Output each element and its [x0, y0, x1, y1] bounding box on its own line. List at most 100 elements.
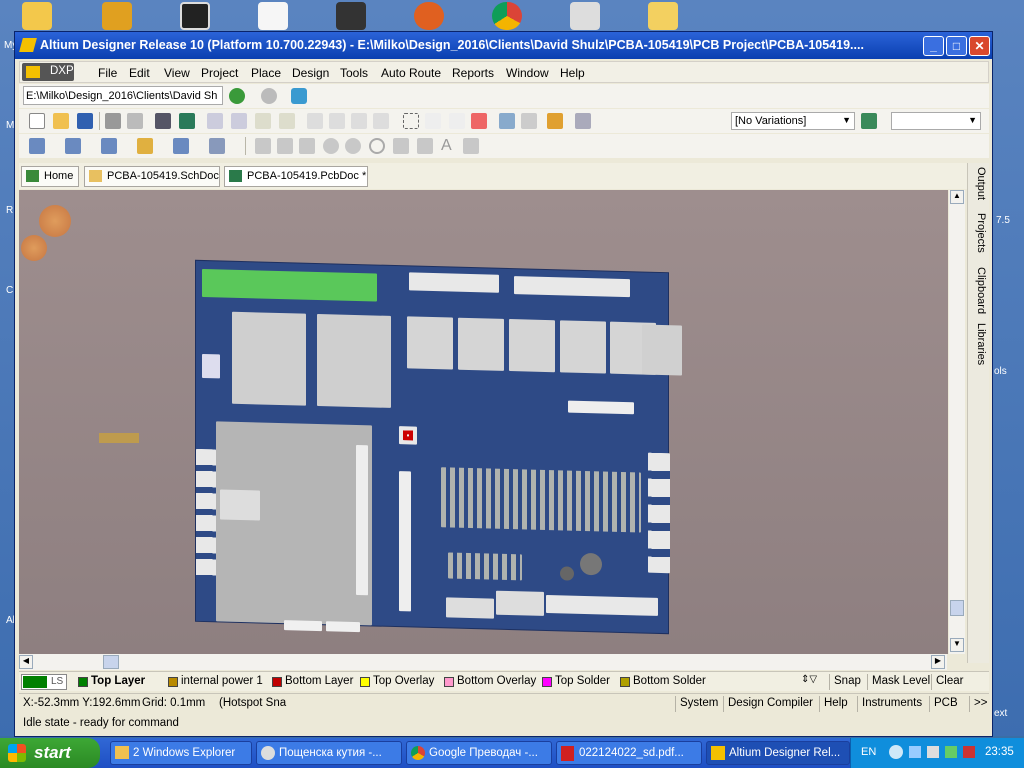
taskbar-item-pdf[interactable]: 022124022_sd.pdf...: [556, 741, 702, 765]
scroll-up-icon[interactable]: ▲: [950, 190, 964, 204]
title-bar[interactable]: Altium Designer Release 10 (Platform 10.…: [15, 32, 992, 59]
more-panels-button[interactable]: >>: [969, 696, 991, 712]
grid-icon[interactable]: [209, 138, 225, 154]
filter-icon[interactable]: [279, 113, 295, 129]
layer-scroll-icon[interactable]: ⇕▽: [801, 674, 817, 685]
pcb-panel-button[interactable]: PCB: [929, 696, 962, 712]
taskbar-item-explorer[interactable]: 2 Windows Explorer: [110, 741, 252, 765]
place-room-icon[interactable]: [173, 138, 189, 154]
undo-icon[interactable]: [499, 113, 515, 129]
forward-icon[interactable]: [261, 88, 277, 104]
place-dimension-icon[interactable]: [137, 138, 153, 154]
search-folder-icon[interactable]: [648, 2, 678, 30]
zoom-select-icon[interactable]: [255, 113, 271, 129]
rubber-stamp-icon[interactable]: [373, 113, 389, 129]
start-button[interactable]: start: [0, 738, 100, 768]
print-preview-icon[interactable]: [127, 113, 143, 129]
menu-file[interactable]: File: [98, 66, 117, 80]
layers-icon[interactable]: [155, 113, 171, 129]
clear-button[interactable]: Clear: [931, 674, 967, 690]
diff-pair-icon[interactable]: [277, 138, 293, 154]
folder-icon[interactable]: [22, 2, 52, 30]
panel-libraries-tab[interactable]: Libraries: [971, 323, 987, 365]
back-icon[interactable]: [229, 88, 245, 104]
media-icon[interactable]: [414, 2, 444, 30]
document-icon[interactable]: [258, 2, 288, 30]
menu-view[interactable]: View: [164, 66, 190, 80]
archive-icon[interactable]: [570, 2, 600, 30]
place-arc-icon[interactable]: [369, 138, 385, 154]
multi-route-icon[interactable]: [299, 138, 315, 154]
layer-tab-internal-power[interactable]: internal power 1: [167, 675, 263, 687]
tab-pcbdoc[interactable]: PCBA-105419.PcbDoc *: [224, 166, 368, 187]
clear-filter-icon[interactable]: [471, 113, 487, 129]
deselect-icon[interactable]: [449, 113, 465, 129]
layer-tab-bottom-solder[interactable]: Bottom Solder: [619, 675, 706, 687]
utility-tools-icon[interactable]: [29, 138, 45, 154]
instruments-button[interactable]: Instruments: [857, 696, 926, 712]
copy-icon[interactable]: [329, 113, 345, 129]
tab-home[interactable]: Home: [21, 166, 79, 187]
tray-expand-icon[interactable]: [889, 745, 903, 759]
print-icon[interactable]: [105, 113, 121, 129]
browse-components-icon[interactable]: [575, 113, 591, 129]
pcb-3d-view[interactable]: [19, 190, 948, 654]
menu-window[interactable]: Window: [506, 66, 549, 80]
menu-edit[interactable]: Edit: [129, 66, 150, 80]
place-component-icon[interactable]: [463, 138, 479, 154]
layer-tab-top-overlay[interactable]: Top Overlay: [359, 675, 434, 687]
taskbar-item-mail[interactable]: Пощенска кутия -...: [256, 741, 402, 765]
scroll-down-icon[interactable]: ▼: [950, 638, 964, 652]
select-area-icon[interactable]: [403, 113, 419, 129]
menu-tools[interactable]: Tools: [340, 66, 368, 80]
panel-projects-tab[interactable]: Projects: [971, 213, 987, 253]
design-compiler-button[interactable]: Design Compiler: [723, 696, 817, 712]
scroll-thumb[interactable]: [103, 655, 119, 669]
crossprobe-icon[interactable]: [547, 113, 563, 129]
place-pad-icon[interactable]: [323, 138, 339, 154]
layer-set-button[interactable]: LS: [21, 674, 67, 690]
tab-schdoc[interactable]: PCBA-105419.SchDoc: [84, 166, 220, 187]
open-icon[interactable]: [53, 113, 69, 129]
filter-select[interactable]: ▼: [891, 112, 981, 130]
go-icon[interactable]: [291, 88, 307, 104]
scroll-left-icon[interactable]: ◀: [19, 655, 33, 669]
security-icon[interactable]: [963, 746, 975, 758]
menu-project[interactable]: Project: [201, 66, 238, 80]
panel-output-tab[interactable]: Output: [971, 167, 987, 200]
redo-icon[interactable]: [521, 113, 537, 129]
move-icon[interactable]: [425, 113, 441, 129]
layer-tab-top[interactable]: Top Layer: [77, 675, 145, 687]
layer-tab-top-solder[interactable]: Top Solder: [541, 675, 610, 687]
vertical-scrollbar[interactable]: ▲ ▼: [949, 190, 965, 654]
horizontal-scrollbar[interactable]: ◀ ▶: [19, 654, 947, 670]
variations-select[interactable]: [No Variations] ▼: [731, 112, 855, 130]
align-tools-icon[interactable]: [65, 138, 81, 154]
language-indicator[interactable]: EN: [861, 746, 876, 758]
network-icon[interactable]: [909, 746, 921, 758]
scroll-thumb[interactable]: [950, 600, 964, 616]
panel-clipboard-tab[interactable]: Clipboard: [971, 267, 987, 314]
variant-manager-icon[interactable]: [861, 113, 877, 129]
volume-icon[interactable]: [927, 746, 939, 758]
save-icon[interactable]: [77, 113, 93, 129]
place-fill-icon[interactable]: [393, 138, 409, 154]
menu-design[interactable]: Design: [292, 66, 329, 80]
menu-auto-route[interactable]: Auto Route: [381, 66, 441, 80]
place-polygon-icon[interactable]: [417, 138, 433, 154]
menu-help[interactable]: Help: [560, 66, 585, 80]
menu-place[interactable]: Place: [251, 66, 281, 80]
new-icon[interactable]: [29, 113, 45, 129]
menu-reports[interactable]: Reports: [452, 66, 494, 80]
taskbar-item-translate[interactable]: Google Преводач -...: [406, 741, 552, 765]
layer-tab-bottom[interactable]: Bottom Layer: [271, 675, 353, 687]
place-string-icon[interactable]: A: [441, 138, 457, 154]
paste-icon[interactable]: [351, 113, 367, 129]
cut-icon[interactable]: [307, 113, 323, 129]
zoom-area-icon[interactable]: [231, 113, 247, 129]
help-panel-button[interactable]: Help: [819, 696, 852, 712]
place-via-icon[interactable]: [345, 138, 361, 154]
safely-remove-icon[interactable]: [945, 746, 957, 758]
snap-button[interactable]: Snap: [829, 674, 865, 690]
taskbar-item-altium[interactable]: Altium Designer Rel...: [706, 741, 850, 765]
